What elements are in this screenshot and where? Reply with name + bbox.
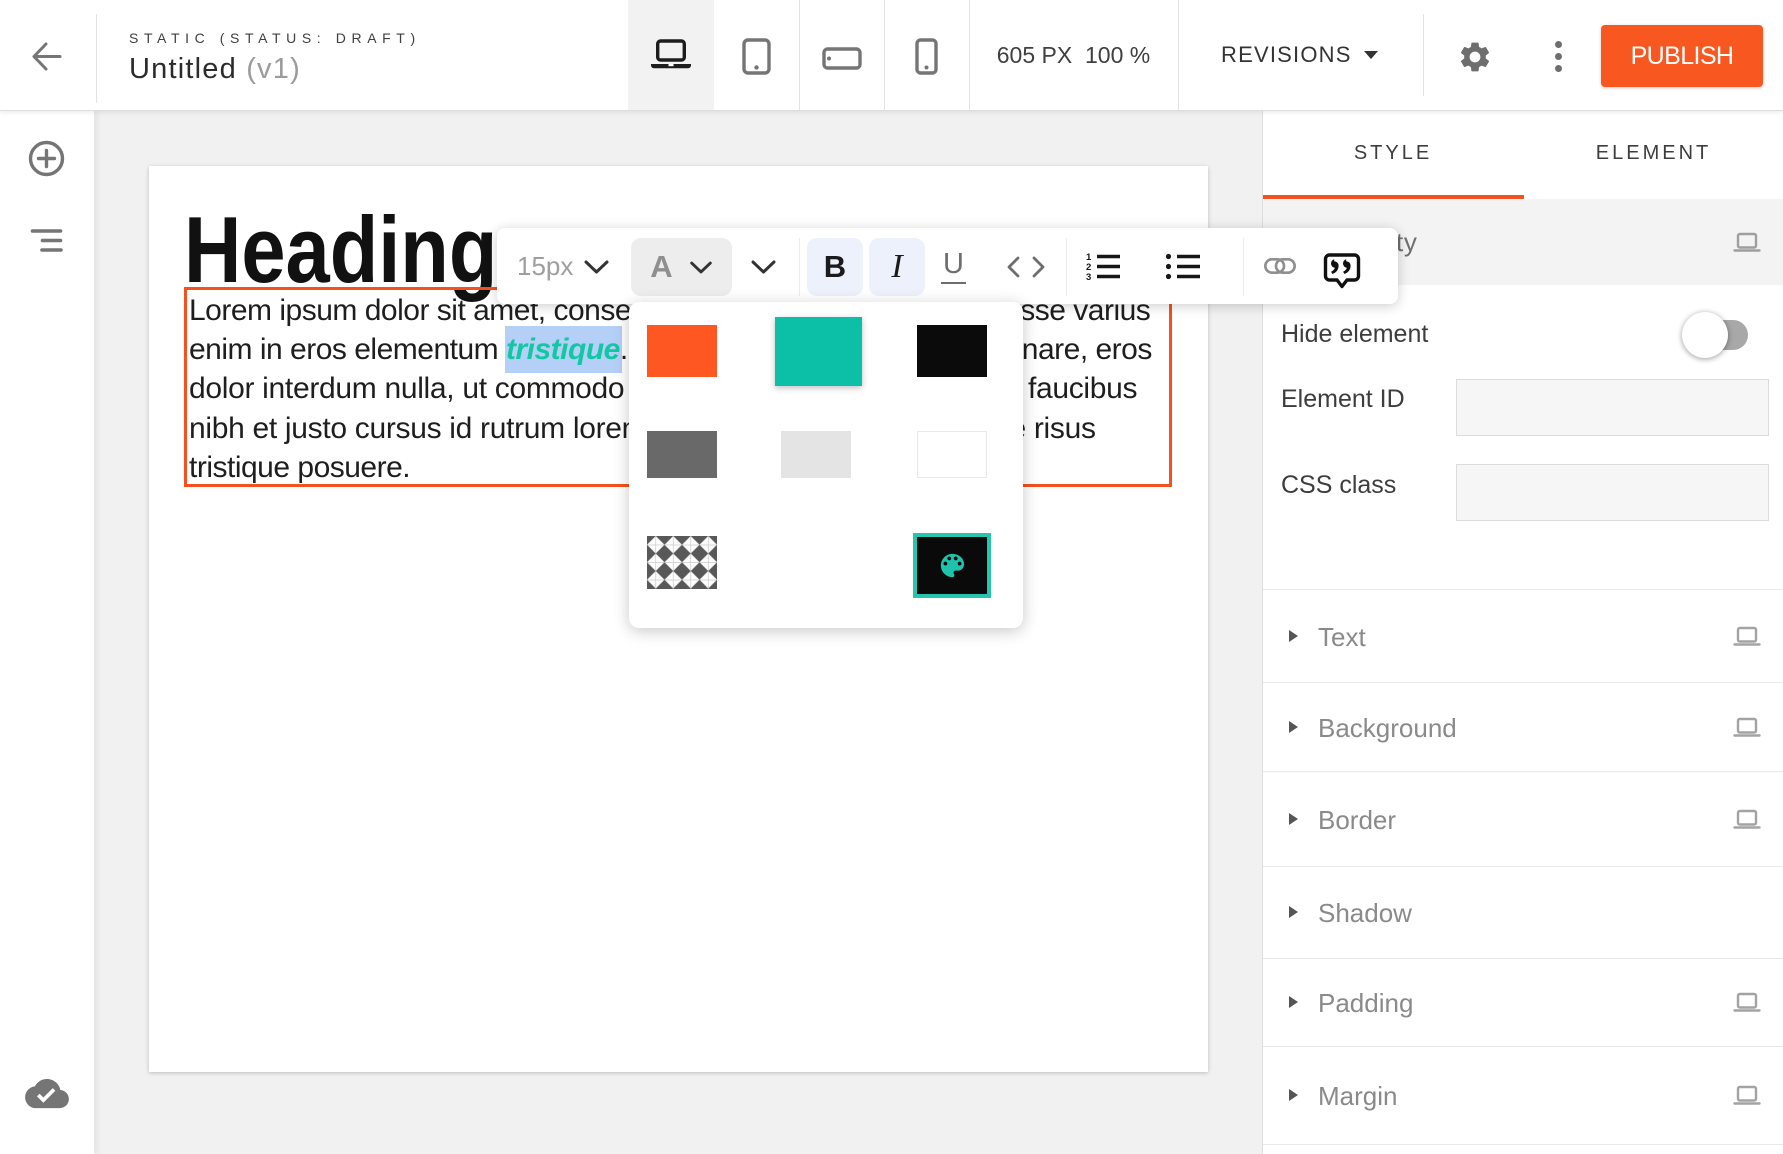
svg-text:3: 3 [1086,272,1091,281]
